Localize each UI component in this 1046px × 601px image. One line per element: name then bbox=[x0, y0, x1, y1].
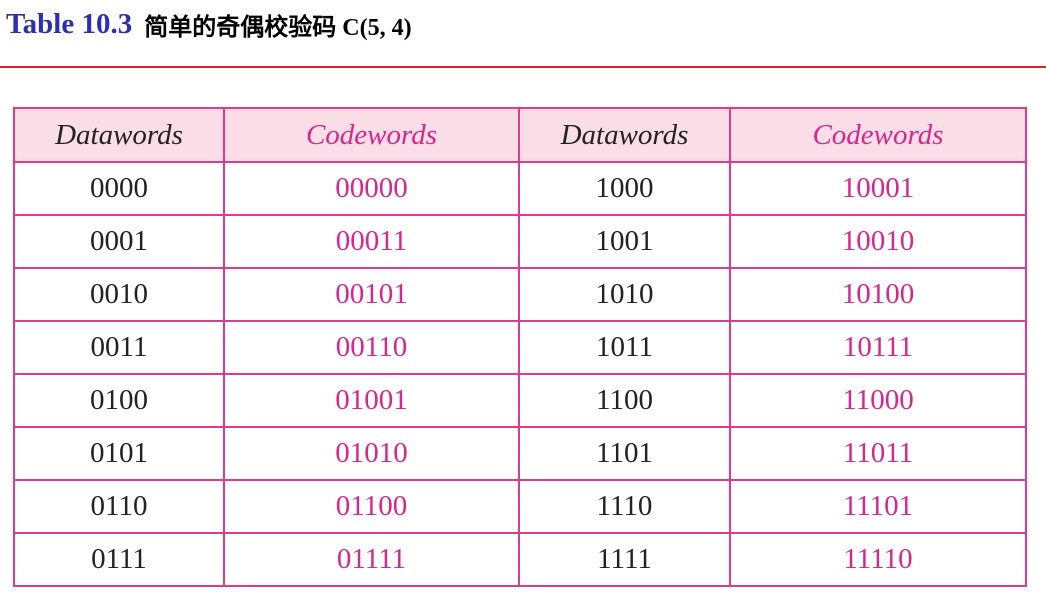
codeword-cell: 11110 bbox=[729, 532, 1027, 587]
codeword-cell: 01010 bbox=[223, 426, 520, 481]
table-row: 0100 01001 1100 11000 bbox=[13, 373, 1027, 428]
header-datawords: Datawords bbox=[518, 107, 731, 163]
table-row: 0111 01111 1111 11110 bbox=[13, 532, 1027, 587]
codeword-cell: 11000 bbox=[729, 373, 1027, 428]
codeword-cell: 00011 bbox=[223, 214, 520, 269]
dataword-cell: 0011 bbox=[13, 320, 225, 375]
codeword-cell: 10111 bbox=[729, 320, 1027, 375]
codeword-cell: 11011 bbox=[729, 426, 1027, 481]
table-title: 简单的奇偶校验码 C(5, 4) bbox=[144, 14, 412, 41]
table-row: 0011 00110 1011 10111 bbox=[13, 320, 1027, 375]
header-codewords: Codewords bbox=[729, 107, 1027, 163]
dataword-cell: 1011 bbox=[518, 320, 731, 375]
table-number: Table 10.3 bbox=[6, 7, 133, 40]
dataword-cell: 0010 bbox=[13, 267, 225, 322]
dataword-cell: 1100 bbox=[518, 373, 731, 428]
dataword-cell: 1110 bbox=[518, 479, 731, 534]
caption-divider bbox=[0, 66, 1046, 68]
codeword-cell: 01111 bbox=[223, 532, 520, 587]
codeword-cell: 00110 bbox=[223, 320, 520, 375]
dataword-cell: 1111 bbox=[518, 532, 731, 587]
dataword-cell: 0101 bbox=[13, 426, 225, 481]
dataword-cell: 1000 bbox=[518, 161, 731, 216]
dataword-cell: 0111 bbox=[13, 532, 225, 587]
dataword-cell: 0001 bbox=[13, 214, 225, 269]
dataword-cell: 0100 bbox=[13, 373, 225, 428]
table-caption: Table 10.3 简单的奇偶校验码 C(5, 4) bbox=[6, 4, 412, 44]
codeword-cell: 10010 bbox=[729, 214, 1027, 269]
codeword-cell: 00101 bbox=[223, 267, 520, 322]
codeword-cell: 00000 bbox=[223, 161, 520, 216]
table-row: 0110 01100 1110 11101 bbox=[13, 479, 1027, 534]
header-codewords: Codewords bbox=[223, 107, 520, 163]
table-row: 0101 01010 1101 11011 bbox=[13, 426, 1027, 481]
codeword-cell: 01100 bbox=[223, 479, 520, 534]
table-row: 0001 00011 1001 10010 bbox=[13, 214, 1027, 269]
codeword-cell: 10001 bbox=[729, 161, 1027, 216]
codeword-cell: 01001 bbox=[223, 373, 520, 428]
dataword-cell: 1010 bbox=[518, 267, 731, 322]
parity-code-table: Datawords Codewords Datawords Codewords … bbox=[13, 107, 1027, 587]
codeword-cell: 10100 bbox=[729, 267, 1027, 322]
table-header-row: Datawords Codewords Datawords Codewords bbox=[13, 107, 1027, 163]
codeword-cell: 11101 bbox=[729, 479, 1027, 534]
dataword-cell: 0000 bbox=[13, 161, 225, 216]
table-row: 0000 00000 1000 10001 bbox=[13, 161, 1027, 216]
dataword-cell: 1101 bbox=[518, 426, 731, 481]
dataword-cell: 0110 bbox=[13, 479, 225, 534]
table-row: 0010 00101 1010 10100 bbox=[13, 267, 1027, 322]
header-datawords: Datawords bbox=[13, 107, 225, 163]
dataword-cell: 1001 bbox=[518, 214, 731, 269]
